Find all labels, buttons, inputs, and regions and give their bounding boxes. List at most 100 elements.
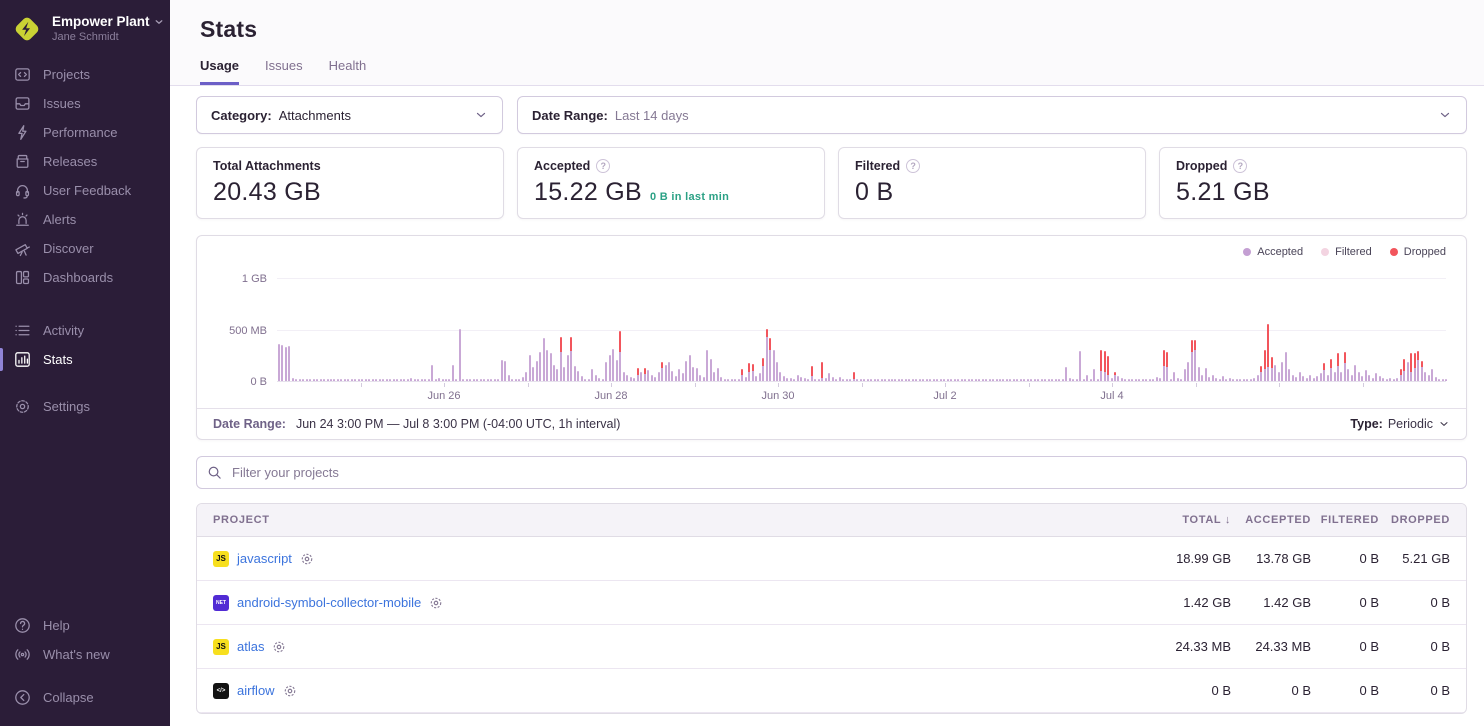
sidebar-item-user-feedback[interactable]: User Feedback	[0, 176, 170, 205]
project-settings-gear-icon[interactable]	[283, 684, 297, 698]
daterange-value: Last 14 days	[615, 108, 689, 123]
cell-total: 24.33 MB	[1139, 639, 1231, 654]
column-header-accepted[interactable]: ACCEPTED	[1231, 514, 1311, 526]
sidebar-item-label: Alerts	[43, 212, 76, 227]
daterange-select[interactable]: Date Range: Last 14 days	[517, 96, 1467, 134]
tab-usage[interactable]: Usage	[200, 58, 239, 85]
legend-dropped[interactable]: Dropped	[1390, 246, 1446, 258]
stat-card-value: 0 B	[855, 178, 893, 207]
x-tick-label: Jun 28	[594, 390, 627, 402]
app-root: Empower Plant Jane Schmidt Projects Issu…	[0, 0, 1484, 726]
org-switcher[interactable]: Empower Plant Jane Schmidt	[0, 0, 170, 50]
tab-issues[interactable]: Issues	[265, 58, 303, 85]
cell-filtered: 0 B	[1311, 551, 1379, 566]
project-link[interactable]: atlas	[237, 639, 264, 654]
issues-icon	[14, 95, 31, 112]
sentry-org-logo-icon	[12, 14, 42, 44]
chart-type-select[interactable]: Type: Periodic	[1350, 417, 1450, 431]
project-settings-gear-icon[interactable]	[300, 552, 314, 566]
platform-badge-javascript: JS	[213, 551, 229, 567]
project-link[interactable]: android-symbol-collector-mobile	[237, 595, 421, 610]
x-tick-label: Jul 4	[1100, 390, 1123, 402]
sidebar-item-label: Stats	[43, 352, 73, 367]
legend-label: Accepted	[1257, 246, 1303, 258]
usage-chart-card: Accepted Filtered Dropped	[196, 235, 1467, 440]
sidebar-item-label: Dashboards	[43, 270, 113, 285]
legend-filtered[interactable]: Filtered	[1321, 246, 1372, 258]
cell-total: 0 B	[1139, 683, 1231, 698]
table-row: JS javascript 18.99 GB 13.78 GB 0 B 5.21…	[197, 537, 1466, 581]
y-tick-label: 1 GB	[242, 273, 267, 285]
sidebar: Empower Plant Jane Schmidt Projects Issu…	[0, 0, 170, 726]
legend-dot-accepted	[1243, 248, 1251, 256]
stat-card-title: Total Attachments	[213, 159, 321, 173]
help-circle-icon[interactable]: ?	[596, 159, 610, 173]
chart-daterange-value: Jun 24 3:00 PM — Jul 8 3:00 PM (-04:00 U…	[296, 417, 620, 431]
sidebar-item-help[interactable]: Help	[0, 611, 170, 640]
table-row: JS atlas 24.33 MB 24.33 MB 0 B 0 B	[197, 625, 1466, 669]
project-link[interactable]: airflow	[237, 683, 275, 698]
chart-x-axis: Jun 26 Jun 28 Jun 30 Jul 2 Jul 4	[277, 382, 1446, 406]
category-label: Category:	[211, 108, 272, 123]
projects-table: PROJECT TOTAL ↓ ACCEPTED FILTERED DROPPE…	[196, 503, 1467, 714]
project-settings-gear-icon[interactable]	[429, 596, 443, 610]
cell-dropped: 0 B	[1379, 683, 1450, 698]
platform-badge-dotnet: NET	[213, 595, 229, 611]
stat-card-value: 20.43 GB	[213, 178, 321, 207]
sidebar-item-whats-new[interactable]: What's new	[0, 640, 170, 669]
sidebar-item-label: Releases	[43, 154, 97, 169]
chart-daterange-label: Date Range:	[213, 417, 286, 431]
sidebar-item-activity[interactable]: Activity	[0, 316, 170, 345]
chart-plot: 1 GB 500 MB 0 B	[277, 266, 1446, 382]
stat-card-dropped: Dropped ? 5.21 GB	[1159, 147, 1467, 219]
tab-health[interactable]: Health	[329, 58, 367, 85]
help-circle-icon[interactable]: ?	[906, 159, 920, 173]
chart-bars	[277, 266, 1446, 381]
column-header-total[interactable]: TOTAL ↓	[1139, 514, 1231, 526]
org-text: Empower Plant Jane Schmidt	[52, 14, 164, 43]
platform-badge-code: </>	[213, 683, 229, 699]
stat-card-filtered: Filtered ? 0 B	[838, 147, 1146, 219]
column-header-dropped[interactable]: DROPPED	[1379, 514, 1450, 526]
chevron-down-icon	[1438, 108, 1452, 122]
x-tick-label: Jul 2	[933, 390, 956, 402]
x-tick-label: Jun 30	[761, 390, 794, 402]
sidebar-item-dashboards[interactable]: Dashboards	[0, 263, 170, 292]
sidebar-item-releases[interactable]: Releases	[0, 147, 170, 176]
sidebar-item-projects[interactable]: Projects	[0, 60, 170, 89]
sidebar-collapse-button[interactable]: Collapse	[0, 683, 170, 712]
sidebar-item-stats[interactable]: Stats	[0, 345, 170, 374]
sidebar-item-alerts[interactable]: Alerts	[0, 205, 170, 234]
x-tick-label: Jun 26	[427, 390, 460, 402]
page-header: Stats Usage Issues Health	[170, 0, 1484, 86]
project-settings-gear-icon[interactable]	[272, 640, 286, 654]
column-header-project[interactable]: PROJECT	[213, 514, 1139, 526]
sidebar-item-label: Activity	[43, 323, 84, 338]
project-link[interactable]: javascript	[237, 551, 292, 566]
table-row: NET android-symbol-collector-mobile 1.42…	[197, 581, 1466, 625]
discover-icon	[14, 240, 31, 257]
sidebar-item-discover[interactable]: Discover	[0, 234, 170, 263]
cell-dropped: 0 B	[1379, 639, 1450, 654]
user-feedback-icon	[14, 182, 31, 199]
chevron-down-icon	[154, 17, 164, 27]
stat-card-total: Total Attachments 20.43 GB	[196, 147, 504, 219]
legend-accepted[interactable]: Accepted	[1243, 246, 1303, 258]
cell-filtered: 0 B	[1311, 639, 1379, 654]
project-filter-input[interactable]	[230, 464, 1456, 481]
cell-accepted: 1.42 GB	[1231, 595, 1311, 610]
help-icon	[14, 617, 31, 634]
help-circle-icon[interactable]: ?	[1233, 159, 1247, 173]
sidebar-item-performance[interactable]: Performance	[0, 118, 170, 147]
cell-dropped: 5.21 GB	[1379, 551, 1450, 566]
cell-dropped: 0 B	[1379, 595, 1450, 610]
y-tick-label: 500 MB	[229, 325, 267, 337]
column-header-filtered[interactable]: FILTERED	[1311, 514, 1379, 526]
category-select[interactable]: Category: Attachments	[196, 96, 503, 134]
cell-filtered: 0 B	[1311, 595, 1379, 610]
sidebar-item-issues[interactable]: Issues	[0, 89, 170, 118]
table-row: </> airflow 0 B 0 B 0 B 0 B	[197, 669, 1466, 713]
sidebar-item-settings[interactable]: Settings	[0, 392, 170, 421]
stat-card-title: Filtered	[855, 159, 900, 173]
stat-card-value: 5.21 GB	[1176, 178, 1270, 207]
